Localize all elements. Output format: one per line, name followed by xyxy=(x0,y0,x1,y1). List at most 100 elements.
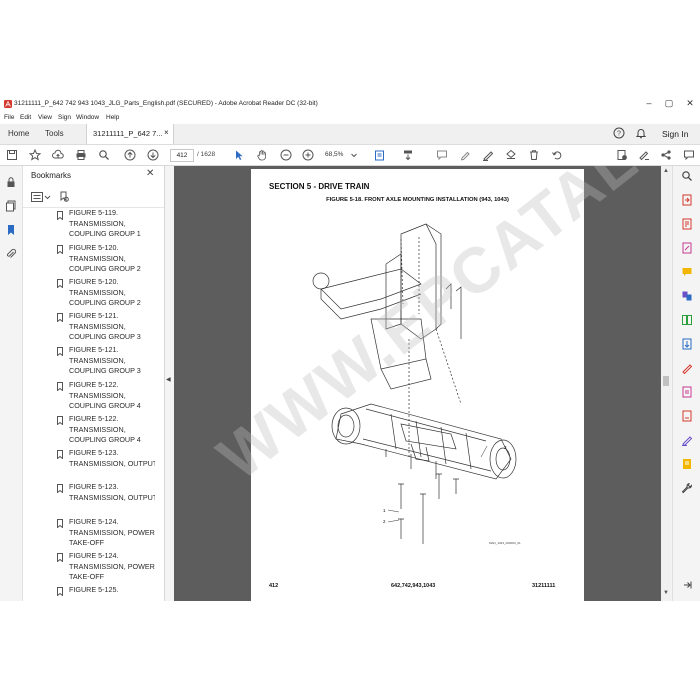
next-page-icon[interactable] xyxy=(147,149,159,161)
zoom-in-icon[interactable] xyxy=(302,149,314,161)
create-pdf-icon[interactable] xyxy=(681,218,693,230)
more-tools-wrench-icon[interactable] xyxy=(681,482,693,494)
minimize-button[interactable]: – xyxy=(642,98,656,108)
bookmark-item[interactable]: FIGURE 5-121. TRANSMISSION, COUPLING GRO… xyxy=(69,311,155,343)
options-chevron-down-icon[interactable] xyxy=(44,193,51,201)
notification-bell-icon[interactable] xyxy=(635,127,647,139)
send-for-signature-icon[interactable] xyxy=(681,434,693,446)
search-icon[interactable] xyxy=(98,149,110,161)
bookmark-ribbon-icon xyxy=(57,347,63,356)
export-pdf-icon[interactable] xyxy=(681,194,693,206)
bookmarks-panel-icon[interactable] xyxy=(5,224,17,236)
bookmark-ribbon-icon xyxy=(57,519,63,528)
close-bookmarks-button[interactable]: ✕ xyxy=(146,168,154,179)
right-tools-rail xyxy=(672,166,700,601)
bookmark-item[interactable]: FIGURE 5-119. TRANSMISSION, COUPLING GRO… xyxy=(69,210,155,240)
scroll-mode-icon[interactable] xyxy=(402,149,414,161)
comment-tool-icon[interactable] xyxy=(681,266,693,278)
delete-trash-icon[interactable] xyxy=(528,149,540,161)
menu-view[interactable]: View xyxy=(38,114,52,121)
comment-icon[interactable] xyxy=(436,149,448,161)
draw-sign-icon[interactable] xyxy=(482,149,494,161)
svg-text:?: ? xyxy=(617,131,621,138)
collapse-tools-arrow-icon[interactable] xyxy=(681,579,693,591)
combine-files-icon[interactable] xyxy=(681,290,693,302)
bookmark-item[interactable]: FIGURE 5-123. TRANSMISSION, OUTPUT xyxy=(69,448,155,469)
save-icon[interactable] xyxy=(6,149,18,161)
bookmark-ribbon-icon xyxy=(57,245,63,254)
bookmark-ribbon-icon xyxy=(57,313,63,322)
lock-icon[interactable] xyxy=(5,176,17,188)
sign-in-button[interactable]: Sign In xyxy=(662,129,688,139)
print-icon[interactable] xyxy=(75,149,87,161)
bookmark-star-icon[interactable] xyxy=(29,149,41,161)
callout-2: 2 xyxy=(383,519,386,524)
callout-1: 1 xyxy=(383,508,386,513)
bookmark-item[interactable]: FIGURE 5-123. TRANSMISSION, OUTPUT xyxy=(69,482,155,503)
tab-home[interactable]: Home xyxy=(8,129,29,138)
protect-icon[interactable] xyxy=(681,386,693,398)
upload-cloud-icon[interactable] xyxy=(52,149,64,161)
previous-page-icon[interactable] xyxy=(124,149,136,161)
menu-help[interactable]: Help xyxy=(106,114,119,121)
window-title: 31211111_P_642 742 943 1043_JLG_Parts_En… xyxy=(14,100,318,107)
zoom-dropdown-chevron-icon[interactable] xyxy=(350,149,358,161)
bookmark-ribbon-icon xyxy=(57,484,63,493)
menu-file[interactable]: File xyxy=(4,114,14,121)
bookmark-item[interactable]: FIGURE 5-122. TRANSMISSION, COUPLING GRO… xyxy=(69,380,155,412)
document-scrollbar[interactable]: ▲ ▼ xyxy=(661,166,671,601)
close-window-button[interactable]: ✕ xyxy=(683,98,697,109)
hand-tool-icon[interactable] xyxy=(256,149,268,161)
select-cursor-icon[interactable] xyxy=(233,149,245,161)
bookmark-ribbon-icon xyxy=(57,279,63,288)
stamp-icon[interactable] xyxy=(505,149,517,161)
scroll-down-arrow-icon[interactable]: ▼ xyxy=(663,590,669,596)
bookmark-item[interactable]: FIGURE 5-124. TRANSMISSION, POWER TAKE-O… xyxy=(69,551,155,583)
zoom-level-value[interactable]: 68,5% xyxy=(325,151,343,158)
organize-pages-icon[interactable] xyxy=(681,314,693,326)
menu-sign[interactable]: Sign xyxy=(58,114,71,121)
fit-page-icon[interactable] xyxy=(374,149,386,161)
menu-bar: File Edit View Sign Window Help xyxy=(0,113,700,124)
bookmark-item[interactable]: FIGURE 5-120. TRANSMISSION, COUPLING GRO… xyxy=(69,243,155,275)
scan-ocr-icon[interactable] xyxy=(681,458,693,470)
undo-icon[interactable] xyxy=(551,149,563,161)
tab-tools[interactable]: Tools xyxy=(45,129,64,138)
main-toolbar: 412 / 1628 68,5% xyxy=(0,145,700,166)
bookmark-item[interactable]: FIGURE 5-124. TRANSMISSION, POWER TAKE-O… xyxy=(69,517,155,549)
maximize-button[interactable]: ▢ xyxy=(662,98,676,109)
bookmark-ribbon-icon xyxy=(57,211,63,220)
edit-pdf-icon[interactable] xyxy=(681,242,693,254)
bookmark-options-icon[interactable] xyxy=(31,192,43,202)
tab-document[interactable]: 31211111_P_642 7... × xyxy=(86,124,174,144)
menu-window[interactable]: Window xyxy=(76,114,99,121)
acrobat-window: 31211111_P_642 742 943 1043_JLG_Parts_En… xyxy=(0,96,700,601)
compress-pdf-icon[interactable] xyxy=(681,338,693,350)
page-footer-partnumber: 31211111 xyxy=(532,583,556,589)
find-bookmark-icon[interactable] xyxy=(59,191,70,203)
scroll-up-arrow-icon[interactable]: ▲ xyxy=(663,168,669,174)
document-scroll-thumb[interactable] xyxy=(663,376,669,386)
share-link-icon[interactable] xyxy=(660,149,672,161)
highlight-pen-icon[interactable] xyxy=(459,149,471,161)
comment-bubble-icon[interactable] xyxy=(683,149,695,161)
redact-icon[interactable] xyxy=(681,362,693,374)
menu-edit[interactable]: Edit xyxy=(20,114,31,121)
close-tab-button[interactable]: × xyxy=(164,128,169,137)
bookmark-item[interactable]: FIGURE 5-125. xyxy=(69,585,155,596)
fill-and-sign-icon[interactable] xyxy=(681,410,693,422)
protect-document-icon[interactable] xyxy=(616,149,628,161)
attachments-paperclip-icon[interactable] xyxy=(5,248,17,260)
collapse-panel-chevron-icon[interactable]: ◀ xyxy=(166,376,171,383)
bookmark-item[interactable]: FIGURE 5-120. TRANSMISSION, COUPLING GRO… xyxy=(69,277,155,309)
page-number-input[interactable]: 412 xyxy=(170,149,194,162)
fill-sign-icon[interactable] xyxy=(638,149,650,161)
bookmark-item[interactable]: FIGURE 5-122. TRANSMISSION, COUPLING GRO… xyxy=(69,414,155,446)
document-view[interactable]: SECTION 5 - DRIVE TRAIN FIGURE 5-18. FRO… xyxy=(174,166,661,601)
page-thumbnails-icon[interactable] xyxy=(5,200,17,212)
bookmark-ribbon-icon xyxy=(57,587,63,596)
search-tool-icon[interactable] xyxy=(681,170,693,182)
bookmark-item[interactable]: FIGURE 5-121. TRANSMISSION, COUPLING GRO… xyxy=(69,345,155,377)
help-icon[interactable]: ? xyxy=(613,127,625,139)
zoom-out-icon[interactable] xyxy=(280,149,292,161)
